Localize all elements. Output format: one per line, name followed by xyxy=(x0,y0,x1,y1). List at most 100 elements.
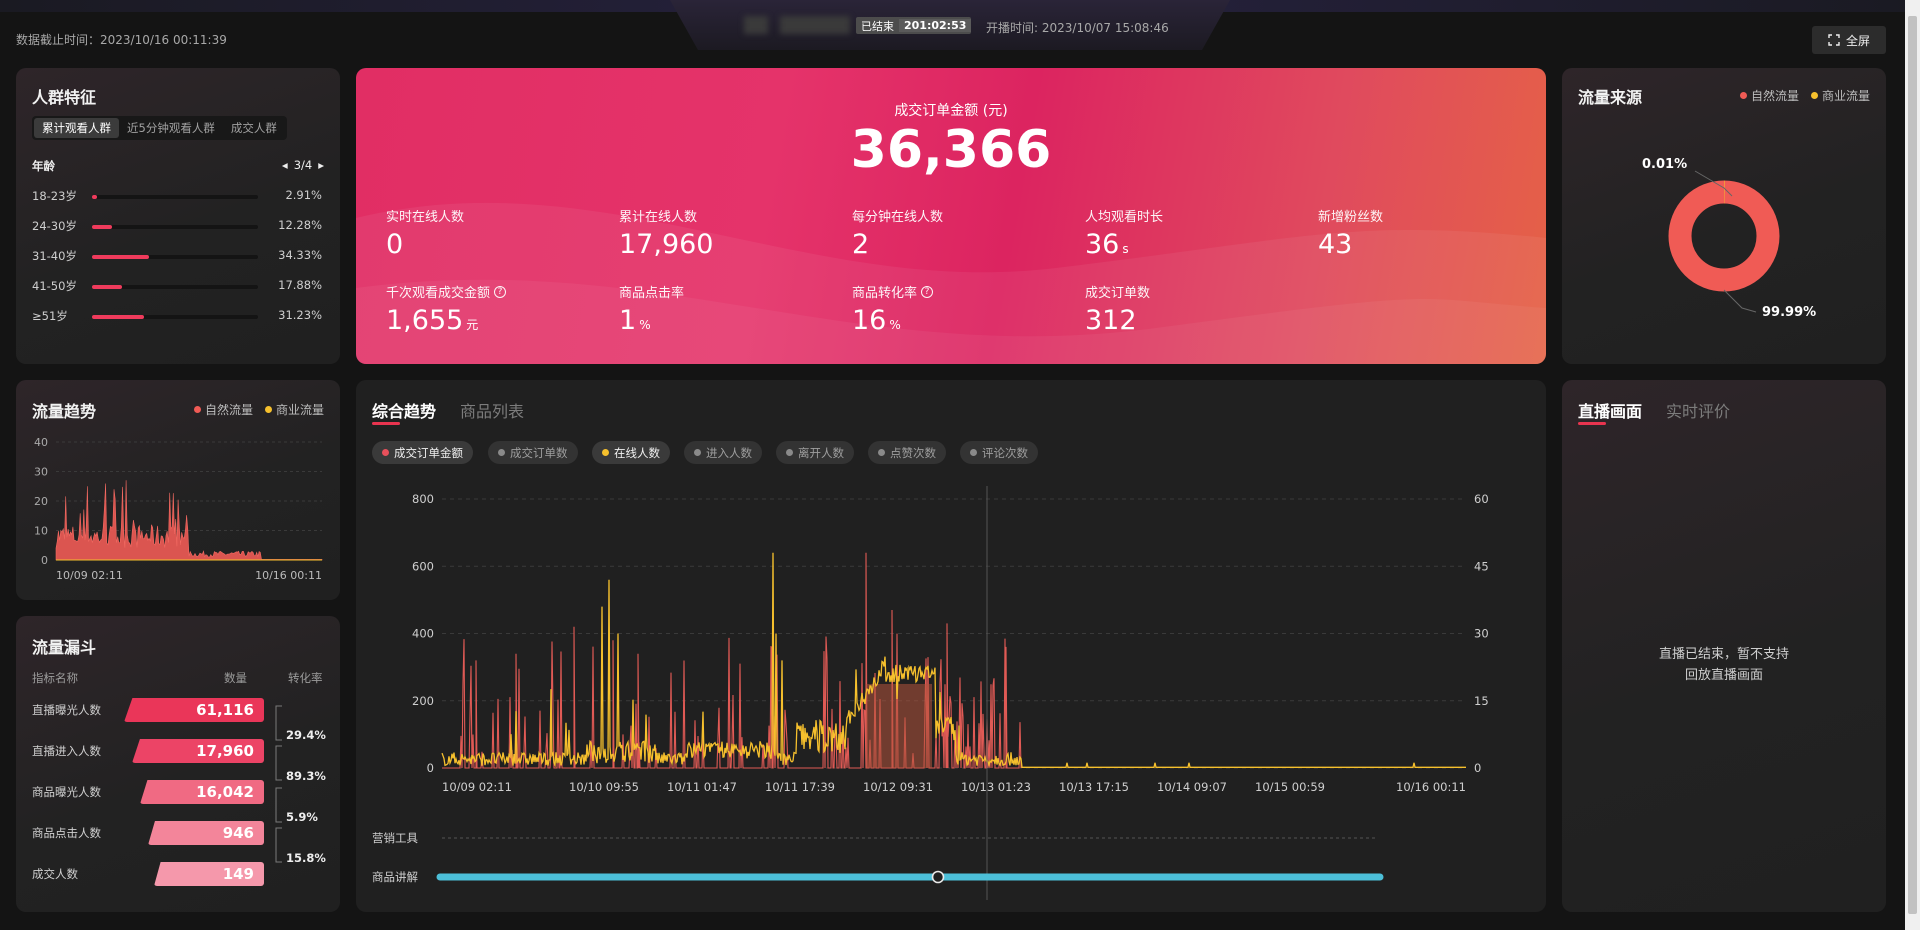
pill-dot-icon xyxy=(694,449,701,456)
metric-toggle-pill[interactable]: 点赞次数 xyxy=(868,441,946,464)
metric-value: 312 xyxy=(1085,305,1137,336)
traffic-source-panel: 流量来源 自然流量 商业流量 0.01% 99.99% xyxy=(1562,68,1886,364)
x-tick-label: 10/11 01:47 xyxy=(667,780,737,794)
metric-toggle-pill[interactable]: 进入人数 xyxy=(684,441,762,464)
pill-label: 成交订单数 xyxy=(510,445,568,460)
metric-card: 商品转化率? 16% xyxy=(852,282,934,336)
metric-unit: % xyxy=(639,318,651,332)
metric-label: 商品转化率 xyxy=(852,286,918,301)
metric-value: 16 xyxy=(852,305,887,336)
age-percent: 2.91% xyxy=(285,188,322,202)
pill-label: 评论次数 xyxy=(982,445,1028,460)
tab-live-comments[interactable]: 实时评价 xyxy=(1666,398,1730,422)
funnel-row: 直播曝光人数 61,116 xyxy=(32,698,340,722)
traffic-funnel-panel: 流量漏斗 指标名称 数量 转化率 直播曝光人数 61,116 直播进入人数 17,96… xyxy=(16,616,340,912)
metric-label: 千次观看成交金额 xyxy=(386,286,491,301)
pill-label: 离开人数 xyxy=(798,445,844,460)
natural-traffic-area xyxy=(55,480,323,561)
fullscreen-button[interactable]: 全屏 xyxy=(1812,26,1886,54)
timeline-handle[interactable] xyxy=(931,870,945,884)
x-tick-label: 10/12 09:31 xyxy=(863,780,933,794)
age-row: 24-30岁 12.28% xyxy=(32,218,322,234)
gmv-dense-block xyxy=(866,683,932,768)
age-bar-fill xyxy=(92,225,113,229)
live-ended-line-1: 直播已结束，暂不支持 xyxy=(1658,647,1789,662)
row-label-marketing-tools: 营销工具 xyxy=(372,831,418,845)
x-tick-label: 10/15 00:59 xyxy=(1255,780,1325,794)
y-tick-label: 10 xyxy=(34,525,48,538)
fullscreen-label: 全屏 xyxy=(1845,33,1870,48)
metric-value: 0 xyxy=(386,229,404,260)
age-bar-track xyxy=(92,255,258,259)
live-view-panel: 直播画面 实时评价 直播已结束，暂不支持 回放直播画面 xyxy=(1562,380,1886,912)
metric-toggle-pill[interactable]: 在线人数 xyxy=(592,441,670,464)
prev-page-icon[interactable]: ◂ xyxy=(282,158,288,172)
metric-card: 人均观看时长 36 s xyxy=(1085,206,1163,260)
tab-cumulative-viewers[interactable]: 累计观看人群 xyxy=(34,118,119,138)
metric-toggle-pill[interactable]: 成交订单金额 xyxy=(372,441,473,464)
tab-buyers[interactable]: 成交人群 xyxy=(223,118,285,138)
help-icon[interactable]: ? xyxy=(494,285,507,298)
y-tick-label: 20 xyxy=(34,495,48,508)
metric-card: 每分钟在线人数 2 xyxy=(852,206,943,260)
gmv-series-line xyxy=(442,552,1022,769)
funnel-label: 直播曝光人数 xyxy=(32,703,101,717)
crowd-tabs: 累计观看人群 近5分钟观看人群 成交人群 xyxy=(32,116,287,140)
age-label: 41-50岁 xyxy=(32,279,77,293)
y-right-tick-label: 45 xyxy=(1474,559,1489,573)
metric-card: 实时在线人数 0 xyxy=(386,206,464,260)
x-tick-label: 10/10 09:55 xyxy=(569,780,639,794)
funnel-conversion-rate: 15.8% xyxy=(286,851,326,865)
pill-label: 点赞次数 xyxy=(890,445,936,460)
y-right-tick-label: 0 xyxy=(1474,761,1481,775)
age-percent: 17.88% xyxy=(278,278,322,292)
x-tick-label: 10/14 09:07 xyxy=(1157,780,1227,794)
metric-toggle-pill[interactable]: 离开人数 xyxy=(776,441,854,464)
pill-dot-icon xyxy=(786,449,793,456)
pill-dot-icon xyxy=(970,449,977,456)
age-label: 24-30岁 xyxy=(32,219,77,233)
help-icon[interactable]: ? xyxy=(921,285,934,298)
funnel-bar: 16,042 xyxy=(140,780,264,804)
funnel-bar: 946 xyxy=(148,821,264,845)
pill-label: 进入人数 xyxy=(706,445,752,460)
live-ended-message: 直播已结束，暂不支持 回放直播画面 xyxy=(1562,644,1886,686)
age-percent: 31.23% xyxy=(278,308,322,322)
natural-pct-label: 99.99% xyxy=(1762,305,1816,320)
live-status-badge: 已结束 201:02:53 xyxy=(856,17,972,34)
funnel-label: 商品点击人数 xyxy=(32,826,101,840)
metric-card: 累计在线人数 17,960 xyxy=(619,206,713,260)
metric-card: 新增粉丝数 43 xyxy=(1318,206,1383,260)
metric-label: 新增粉丝数 xyxy=(1318,210,1384,225)
funnel-row: 直播进入人数 17,960 xyxy=(32,739,340,763)
next-page-icon[interactable]: ▸ xyxy=(318,158,324,172)
age-label: 18-23岁 xyxy=(32,189,77,203)
pill-dot-icon xyxy=(878,449,885,456)
tab-live-view[interactable]: 直播画面 xyxy=(1578,398,1642,422)
x-tick-label: 10/13 17:15 xyxy=(1059,780,1129,794)
metric-toggle-pill[interactable]: 评论次数 xyxy=(960,441,1038,464)
metric-label: 人均观看时长 xyxy=(1085,210,1164,225)
age-bar-track xyxy=(92,225,258,229)
metric-card: 成交订单数 312 xyxy=(1085,282,1150,336)
y-tick-label: 30 xyxy=(34,466,48,479)
scrollbar-thumb[interactable] xyxy=(1908,16,1917,914)
age-label: ≥51岁 xyxy=(32,309,68,323)
paid-pct-label: 0.01% xyxy=(1642,157,1687,172)
pill-dot-icon xyxy=(382,449,389,456)
pill-label: 在线人数 xyxy=(614,445,660,460)
fullscreen-icon xyxy=(1828,34,1840,46)
online-users-series-line xyxy=(441,552,1466,768)
funnel-bar: 149 xyxy=(154,862,264,886)
x-tick-label: 10/09 02:11 xyxy=(56,569,123,582)
section-label: 年龄 xyxy=(32,159,55,173)
traffic-trend-panel: 流量趋势 自然流量 商业流量 40 30 20 10 0 10/09 02:11 10/16… xyxy=(16,380,340,600)
page-indicator: 3/4 xyxy=(293,158,313,172)
x-tick-label: 10/11 17:39 xyxy=(765,780,835,794)
streamer-name-blurred xyxy=(780,16,850,34)
pill-dot-icon xyxy=(498,449,505,456)
tab-5min-viewers[interactable]: 近5分钟观看人群 xyxy=(119,118,223,138)
page-scrollbar[interactable] xyxy=(1905,0,1920,930)
metric-value: 36 xyxy=(1085,229,1120,260)
metric-toggle-pill[interactable]: 成交订单数 xyxy=(488,441,578,464)
